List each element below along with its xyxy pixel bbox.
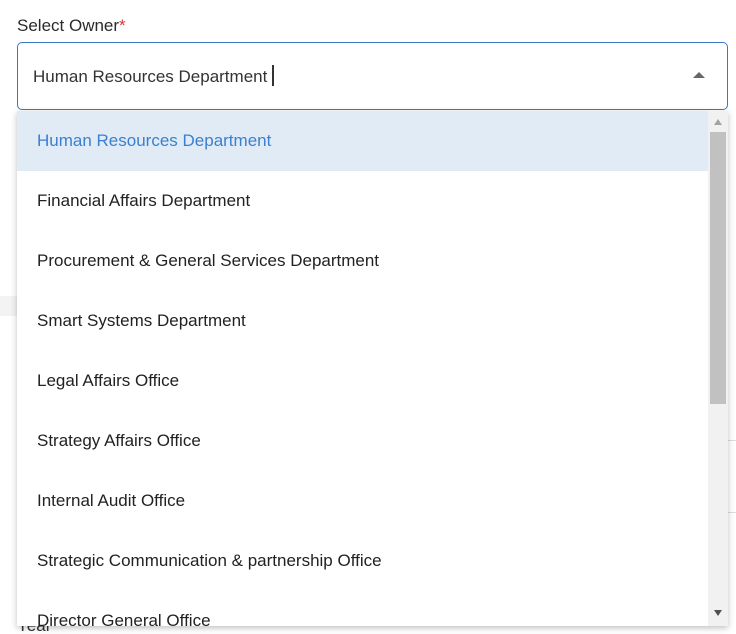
option-list: Human Resources Department Financial Affa… <box>17 111 708 626</box>
selected-value-text: Human Resources Department <box>33 67 268 86</box>
text-cursor <box>272 65 274 86</box>
dropdown-option[interactable]: Procurement & General Services Departmen… <box>17 231 708 291</box>
dropdown-option[interactable]: Smart Systems Department <box>17 291 708 351</box>
background-strip <box>0 296 18 316</box>
select-owner-label: Select Owner* <box>17 16 126 36</box>
page: Year Select Owner* Human Resources Depar… <box>0 0 736 634</box>
dropdown-option[interactable]: Human Resources Department <box>17 111 708 171</box>
caret-up-icon[interactable] <box>693 72 705 78</box>
dropdown-option[interactable]: Strategy Affairs Office <box>17 411 708 471</box>
scrollbar[interactable] <box>708 111 728 626</box>
background-divider <box>728 440 736 441</box>
dropdown-option[interactable]: Financial Affairs Department <box>17 171 708 231</box>
required-marker: * <box>119 16 126 35</box>
scrollbar-thumb[interactable] <box>710 132 726 404</box>
scroll-up-arrow-icon[interactable] <box>714 119 722 125</box>
dropdown-option[interactable]: Director General Office <box>17 591 708 626</box>
dropdown-option[interactable]: Legal Affairs Office <box>17 351 708 411</box>
owner-select[interactable]: Human Resources Department <box>17 42 728 110</box>
scroll-down-arrow-icon[interactable] <box>714 610 722 616</box>
owner-dropdown-menu: Human Resources Department Financial Affa… <box>17 111 728 626</box>
field-label-text: Select Owner <box>17 16 120 35</box>
background-divider <box>728 512 736 513</box>
dropdown-option[interactable]: Internal Audit Office <box>17 471 708 531</box>
dropdown-option[interactable]: Strategic Communication & partnership Of… <box>17 531 708 591</box>
owner-select-value[interactable]: Human Resources Department <box>33 65 274 88</box>
